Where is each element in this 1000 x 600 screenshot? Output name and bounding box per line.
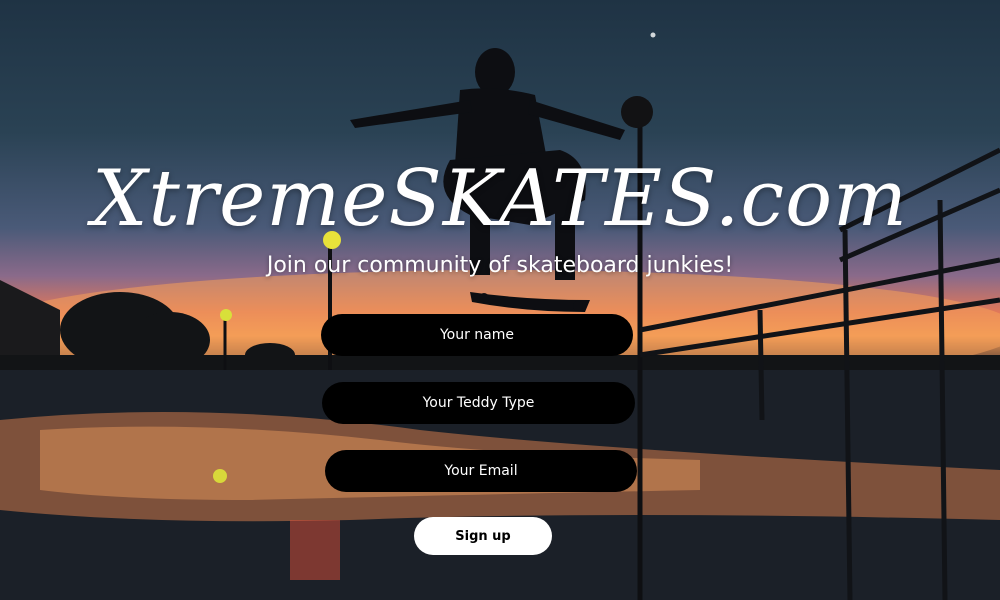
hero-background: XtremeSKATES.com Join our community of s… bbox=[0, 0, 1000, 600]
sign-up-button[interactable]: Sign up bbox=[414, 517, 552, 555]
tagline: Join our community of skateboard junkies… bbox=[266, 253, 734, 278]
skatepark-sunset-photo bbox=[0, 32, 1000, 600]
teddy-type-input[interactable] bbox=[322, 394, 635, 412]
teddy-type-field[interactable] bbox=[322, 382, 635, 424]
brand-title: XtremeSKATES.com bbox=[91, 154, 909, 244]
email-input[interactable] bbox=[325, 462, 637, 480]
name-input[interactable] bbox=[321, 326, 633, 344]
name-field[interactable] bbox=[321, 314, 633, 356]
email-field[interactable] bbox=[325, 450, 637, 492]
